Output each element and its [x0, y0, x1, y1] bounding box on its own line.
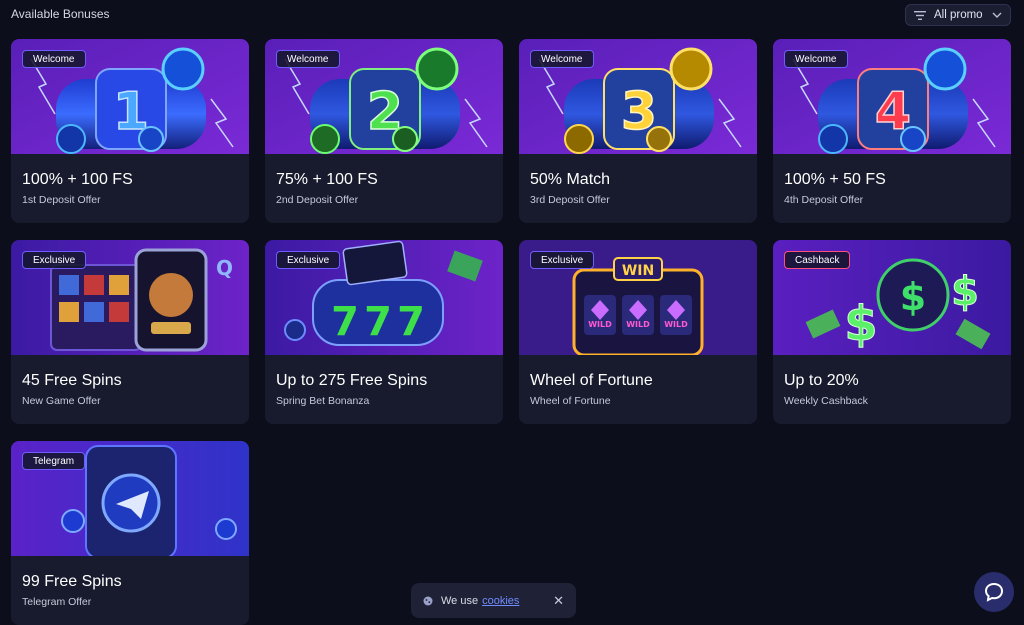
svg-text:7: 7 — [397, 299, 425, 345]
bonus-title: 99 Free Spins — [22, 573, 122, 590]
bonus-badge: Exclusive — [22, 251, 87, 269]
svg-text:WIN: WIN — [622, 263, 654, 279]
bonus-title: 45 Free Spins — [22, 372, 122, 389]
bonus-card-cashback[interactable]: $ $ $ Cashback Up to 20% Weekly Cashback — [773, 240, 1011, 424]
bonus-subtitle: 1st Deposit Offer — [22, 194, 101, 206]
bonus-badge: Welcome — [276, 50, 340, 68]
bonus-badge: Exclusive — [276, 251, 341, 269]
cookie-text: We use — [441, 594, 479, 607]
bonus-subtitle: 3rd Deposit Offer — [530, 194, 610, 206]
bonus-card-telegram[interactable]: Telegram 99 Free Spins Telegram Offer — [11, 441, 249, 625]
bonus-badge: Telegram — [22, 452, 86, 470]
svg-text:$: $ — [900, 275, 926, 319]
section-title: Available Bonuses — [11, 7, 110, 21]
bonus-subtitle: 4th Deposit Offer — [784, 194, 864, 206]
bonus-badge: Exclusive — [530, 251, 595, 269]
filter-lines-icon — [914, 10, 926, 20]
live-chat-button[interactable] — [974, 572, 1014, 612]
svg-text:7: 7 — [331, 299, 359, 345]
filter-label: All promo — [934, 9, 983, 21]
svg-text:7: 7 — [364, 299, 392, 345]
bonus-title: 100% + 50 FS — [784, 171, 886, 188]
bonus-card-welcome-4[interactable]: 4 Welcome 100% + 50 FS 4th Deposit Offer — [773, 39, 1011, 223]
svg-text:WILD: WILD — [588, 320, 612, 329]
svg-text:WILD: WILD — [626, 320, 650, 329]
bonus-title: 50% Match — [530, 171, 611, 188]
bonus-card-exclusive-275[interactable]: 7 7 7 Exclusive Up to 275 Free Spins Spr… — [265, 240, 503, 424]
bonus-title: Up to 275 Free Spins — [276, 372, 428, 389]
svg-text:Q: Q — [216, 256, 233, 280]
bonus-subtitle: Telegram Offer — [22, 596, 92, 608]
bonus-card-welcome-3[interactable]: 3 Welcome 50% Match 3rd Deposit Offer — [519, 39, 757, 223]
bonus-title: Wheel of Fortune — [530, 372, 653, 389]
svg-text:$: $ — [844, 296, 877, 352]
chat-bubble-icon — [984, 582, 1004, 602]
bonus-title: 100% + 100 FS — [22, 171, 133, 188]
svg-text:$: $ — [951, 269, 979, 315]
bonus-subtitle: Spring Bet Bonanza — [276, 395, 370, 407]
bonus-title: 75% + 100 FS — [276, 171, 378, 188]
bonus-badge: Welcome — [530, 50, 594, 68]
top-bar: Available Bonuses All promo — [0, 0, 1024, 34]
bonus-badge: Welcome — [22, 50, 86, 68]
bonus-card-welcome-2[interactable]: 2 Welcome 75% + 100 FS 2nd Deposit Offer — [265, 39, 503, 223]
promo-filter-dropdown[interactable]: All promo — [905, 4, 1011, 26]
bonus-card-wheel-of-fortune[interactable]: WIN WILD WILD WILD Exclusive Wheel of Fo… — [519, 240, 757, 424]
bonus-badge: Cashback — [784, 251, 851, 269]
cookie-banner: We use cookies ✕ — [411, 583, 576, 618]
bonus-title: Up to 20% — [784, 372, 859, 389]
svg-text:WILD: WILD — [664, 320, 688, 329]
close-icon[interactable]: ✕ — [553, 593, 564, 609]
bonus-badge: Welcome — [784, 50, 848, 68]
cookie-policy-link[interactable]: cookies — [482, 595, 519, 607]
bonus-card-exclusive-spins[interactable]: Q Exclusive 45 Free Spins New Game Offer — [11, 240, 249, 424]
bonus-subtitle: New Game Offer — [22, 395, 101, 407]
bonus-subtitle: 2nd Deposit Offer — [276, 194, 359, 206]
bonus-card-welcome-1[interactable]: 1 Welcome 100% + 100 FS 1st Deposit Offe… — [11, 39, 249, 223]
bonus-subtitle: Wheel of Fortune — [530, 395, 611, 407]
cookie-icon — [423, 596, 433, 605]
chevron-down-icon — [992, 12, 1002, 18]
bonus-subtitle: Weekly Cashback — [784, 395, 868, 407]
